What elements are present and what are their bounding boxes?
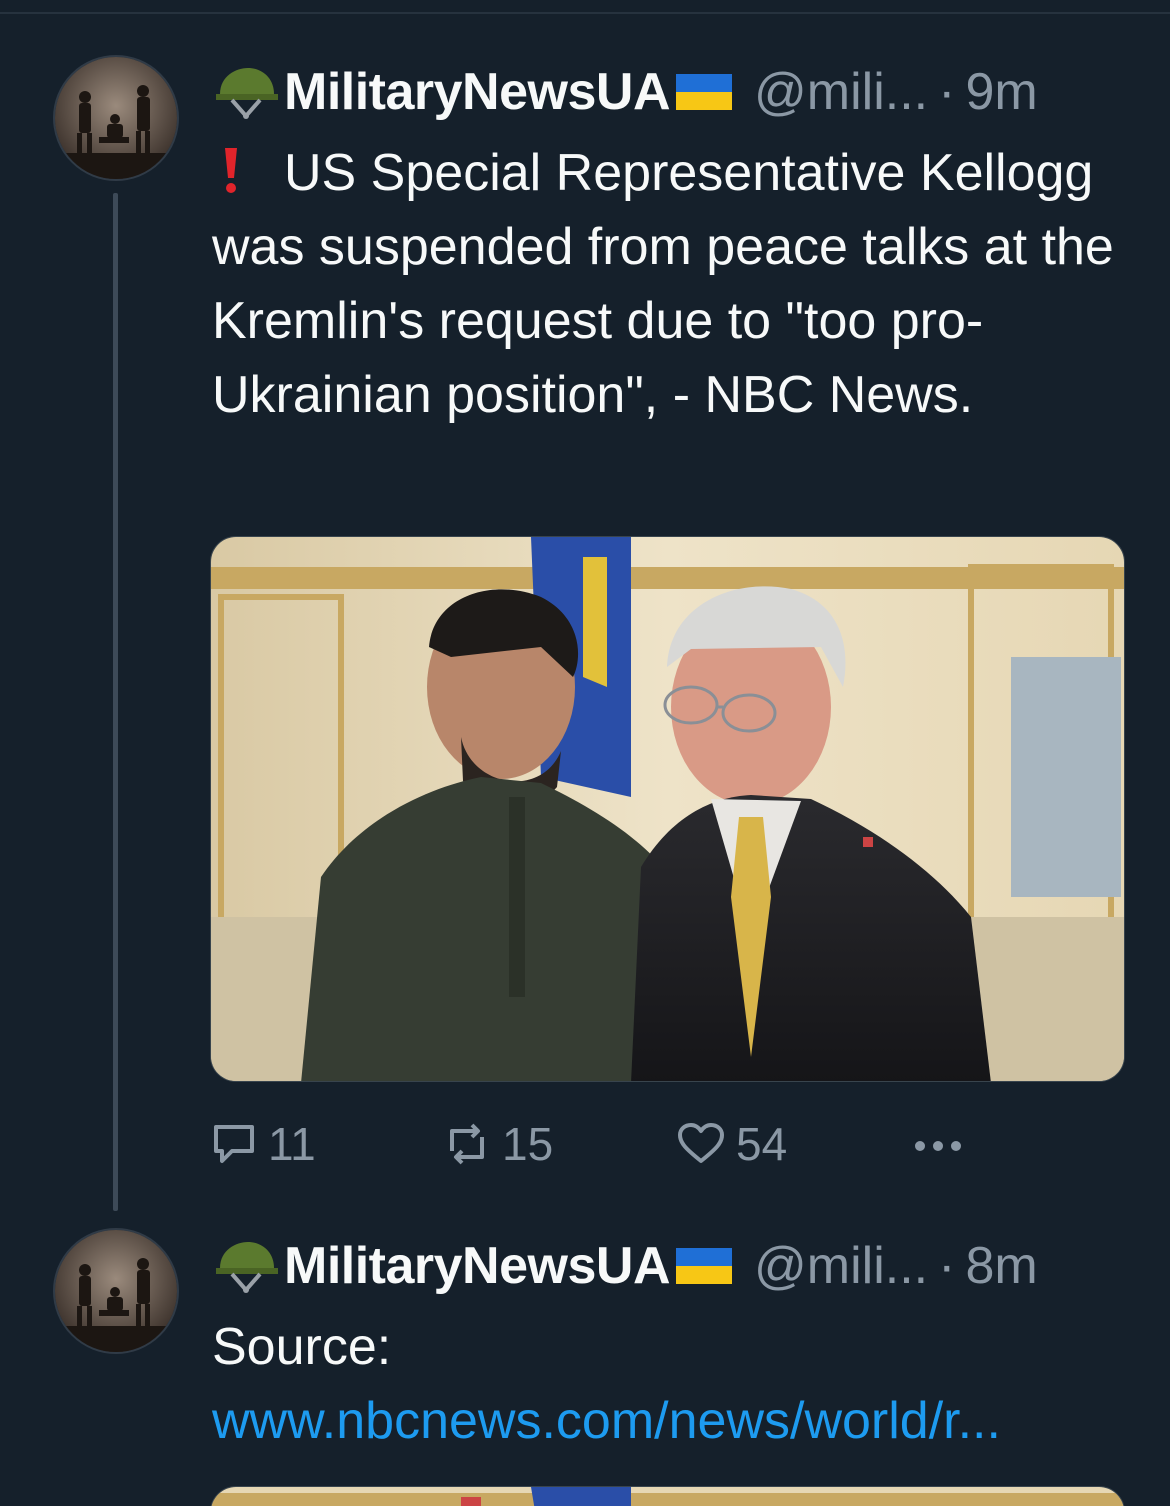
divider <box>0 12 1170 14</box>
user-handle[interactable]: @mili... <box>754 62 928 122</box>
timeline: MilitaryNewsUA @mili... · 9m US Special … <box>0 0 1170 1506</box>
like-button[interactable]: 54 <box>676 1112 787 1176</box>
heart-icon <box>678 1123 724 1163</box>
tweet-photo-preview[interactable] <box>210 1486 1125 1506</box>
helmet-icon <box>216 1242 278 1294</box>
tweet-body: US Special Representative Kellogg was su… <box>212 144 1114 424</box>
tweet-header: MilitaryNewsUA @mili... · 8m <box>212 1236 1124 1296</box>
tweet-actions: 11 15 54 <box>210 1112 1110 1176</box>
display-name[interactable]: MilitaryNewsUA <box>284 1236 671 1296</box>
avatar[interactable] <box>53 1228 179 1354</box>
thread-connector <box>113 193 118 1211</box>
tweet-photo[interactable] <box>210 536 1125 1082</box>
separator-dot: · <box>938 63 956 121</box>
retweet-icon <box>450 1123 484 1165</box>
ukraine-flag-icon <box>676 74 732 110</box>
reply-icon <box>214 1125 254 1163</box>
source-label: Source: <box>212 1318 392 1376</box>
display-name[interactable]: MilitaryNewsUA <box>284 62 671 122</box>
retweet-count: 15 <box>502 1118 554 1170</box>
tweet-text: US Special Representative Kellogg was su… <box>212 136 1132 432</box>
avatar[interactable] <box>53 55 179 181</box>
source-link[interactable]: www.nbcnews.com/news/world/r... <box>212 1392 1001 1450</box>
helmet-icon <box>216 68 278 120</box>
like-count: 54 <box>736 1118 788 1170</box>
user-handle[interactable]: @mili... <box>754 1236 928 1296</box>
reply-button[interactable]: 11 <box>210 1112 316 1176</box>
red-exclamation-icon <box>225 148 237 193</box>
separator-dot: · <box>938 1237 956 1295</box>
reply-count: 11 <box>268 1118 316 1170</box>
retweet-button[interactable]: 15 <box>442 1112 553 1176</box>
timestamp[interactable]: 8m <box>965 1236 1037 1296</box>
tweet-text: Source: www.nbcnews.com/news/world/r... <box>212 1310 1001 1458</box>
ukraine-flag-icon <box>676 1248 732 1284</box>
timestamp[interactable]: 9m <box>965 62 1037 122</box>
tweet-header: MilitaryNewsUA @mili... · 9m <box>212 62 1124 122</box>
more-dots-icon[interactable] <box>910 1116 970 1172</box>
